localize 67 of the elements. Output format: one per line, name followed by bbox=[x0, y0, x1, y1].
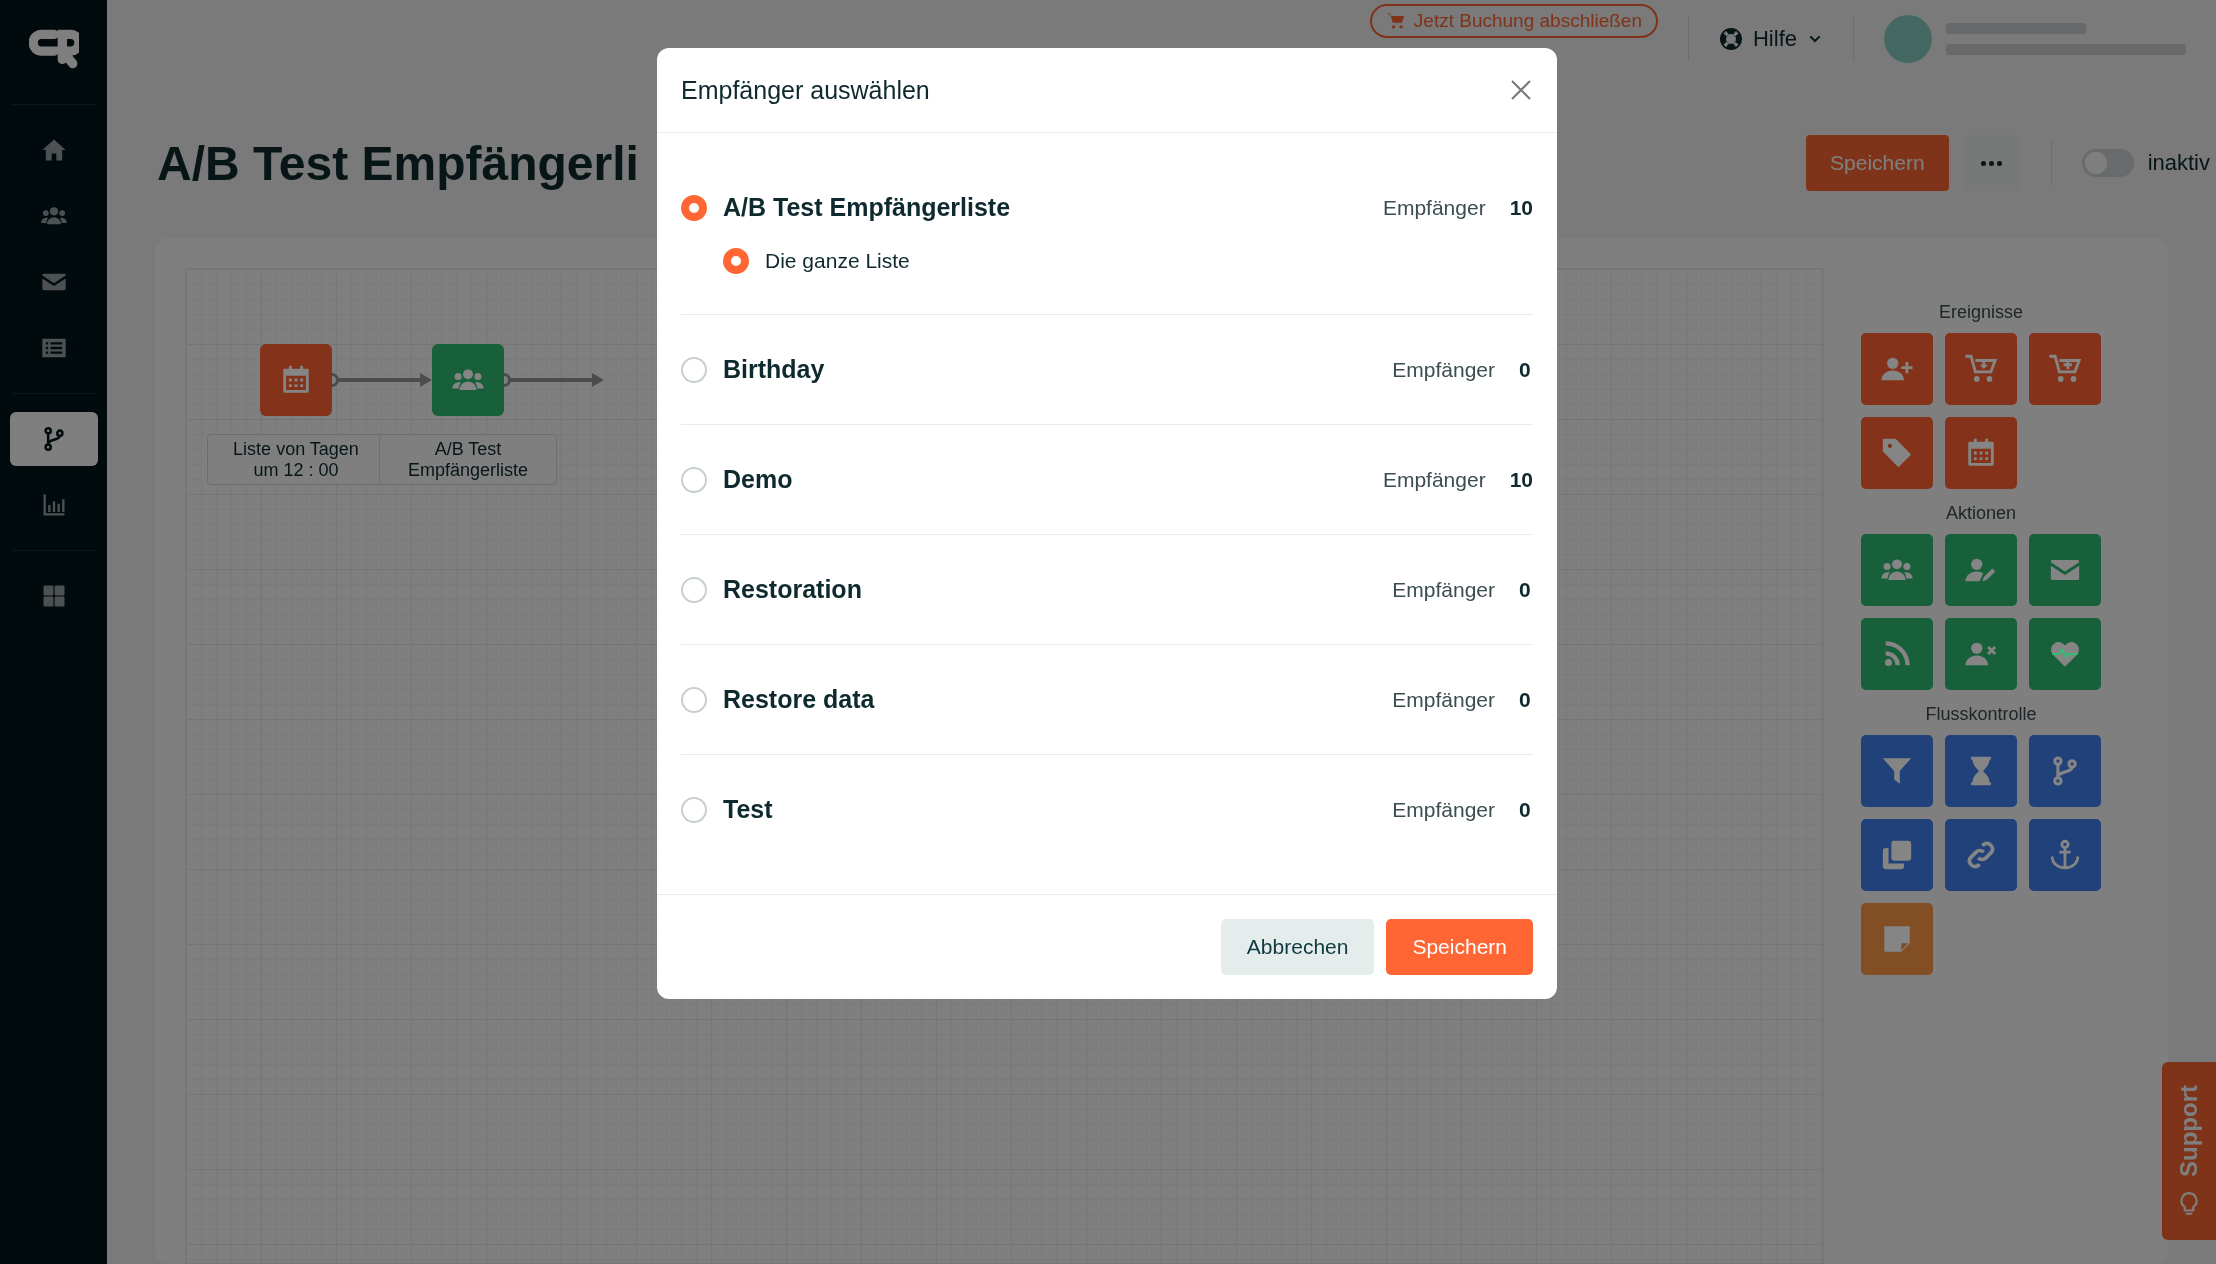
recipients-label: Empfänger bbox=[1382, 195, 1486, 220]
page-title: A/B Test Empfängerli bbox=[157, 135, 640, 191]
radio-button[interactable] bbox=[681, 796, 707, 823]
palette-tile[interactable] bbox=[1861, 819, 1933, 891]
palette-tile[interactable] bbox=[1945, 417, 2017, 489]
palette-tile[interactable] bbox=[2029, 819, 2101, 891]
recipient-count: 0 bbox=[1519, 577, 1532, 602]
palette-heading: Ereignisse bbox=[1938, 302, 2023, 323]
list-name: Birthday bbox=[723, 355, 826, 384]
anchor-icon bbox=[2048, 838, 2082, 872]
sidebar-item[interactable] bbox=[9, 412, 98, 466]
avatar[interactable] bbox=[1884, 15, 1932, 63]
palette-tile[interactable] bbox=[2029, 735, 2101, 807]
recipient-count: 0 bbox=[1519, 797, 1532, 822]
cancel-button[interactable]: Abbrechen bbox=[1220, 919, 1375, 975]
option-label: Die ganze Liste bbox=[765, 249, 910, 273]
palette-heading: Aktionen bbox=[1945, 503, 2017, 524]
radio-button[interactable] bbox=[681, 194, 707, 221]
dialog-title: Empfänger auswählen bbox=[681, 75, 930, 105]
recipient-count: 0 bbox=[1519, 357, 1532, 382]
palette-tile[interactable] bbox=[1945, 735, 2017, 807]
palette-tile[interactable] bbox=[1861, 903, 1933, 975]
palette-tile[interactable] bbox=[1861, 735, 1933, 807]
palette-tile[interactable] bbox=[1945, 333, 2017, 405]
radio-button[interactable] bbox=[681, 686, 707, 713]
radio-button[interactable] bbox=[723, 248, 749, 274]
recipients-label: Empfänger bbox=[1392, 687, 1495, 712]
save-button[interactable]: Speichern bbox=[1806, 135, 1949, 191]
radio-button[interactable] bbox=[681, 356, 707, 383]
list-name: A/B Test Empfängerliste bbox=[723, 193, 1012, 222]
palette-tile[interactable] bbox=[1945, 819, 2017, 891]
copy-icon bbox=[1880, 838, 1914, 872]
flow-node[interactable] bbox=[260, 344, 332, 416]
palette-tile[interactable] bbox=[1945, 618, 2017, 690]
close-icon bbox=[1509, 78, 1533, 102]
palette-tile[interactable] bbox=[1945, 534, 2017, 606]
palette-tile[interactable] bbox=[1861, 417, 1933, 489]
recipients-label: Empfänger bbox=[1392, 797, 1495, 822]
palette-heading: Flusskontrolle bbox=[1925, 704, 2037, 725]
palette-tile[interactable] bbox=[2029, 618, 2101, 690]
close-button[interactable] bbox=[1509, 78, 1533, 102]
recipient-count: 10 bbox=[1509, 195, 1533, 220]
support-tab[interactable]: Support bbox=[2162, 1062, 2216, 1240]
status-label: inaktiv bbox=[2147, 150, 2210, 176]
palette-tile[interactable] bbox=[2029, 534, 2101, 606]
recipients-label: Empfänger bbox=[1392, 357, 1495, 382]
list-name: Restore data bbox=[723, 685, 876, 714]
list-name: Test bbox=[723, 795, 774, 824]
list-name: Demo bbox=[723, 465, 794, 494]
lifebuoy-icon bbox=[1719, 27, 1743, 51]
palette-tile[interactable] bbox=[1861, 618, 1933, 690]
tag-icon bbox=[1880, 436, 1914, 470]
palette-tile[interactable] bbox=[1861, 333, 1933, 405]
list-name: Restoration bbox=[723, 575, 863, 604]
radio-button[interactable] bbox=[681, 466, 707, 493]
recipients-label: Empfänger bbox=[1382, 467, 1486, 492]
node-label: A/B Test Empfängerliste bbox=[379, 434, 557, 486]
recipients-label: Empfänger bbox=[1392, 577, 1495, 602]
booking-button[interactable]: Jetzt Buchung abschließen bbox=[1369, 4, 1658, 38]
radio-button[interactable] bbox=[681, 576, 707, 603]
flow-node[interactable] bbox=[432, 344, 504, 416]
save-button[interactable]: Speichern bbox=[1386, 919, 1533, 975]
recipient-count: 0 bbox=[1519, 687, 1532, 712]
recipient-count: 10 bbox=[1509, 467, 1533, 492]
help-menu[interactable]: Hilfe bbox=[1753, 26, 1797, 52]
palette-tile[interactable] bbox=[1861, 534, 1933, 606]
palette-tile[interactable] bbox=[2029, 333, 2101, 405]
